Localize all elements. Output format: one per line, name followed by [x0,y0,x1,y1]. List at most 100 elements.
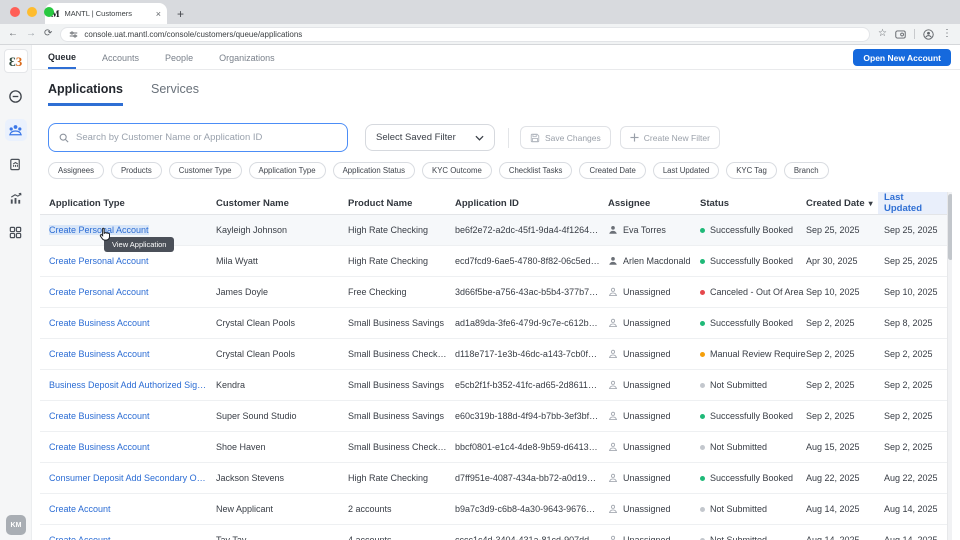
col-product-name[interactable]: Product Name [348,192,455,214]
col-last-updated[interactable]: Last Updated▾ [878,192,952,214]
assignee-cell: Unassigned [608,535,700,540]
application-type-link[interactable]: Create Business Account [49,411,216,421]
col-status[interactable]: Status [700,192,806,214]
person-icon [608,473,618,483]
application-type-link[interactable]: Create Account [49,535,216,540]
table-row[interactable]: Create Business Account Super Sound Stud… [40,401,952,432]
back-icon[interactable]: ← [8,29,18,39]
tab-close-icon[interactable]: × [156,9,161,19]
user-avatar[interactable]: KM [6,515,26,535]
search-input[interactable] [76,132,337,143]
sidebar-item-queue[interactable] [5,85,27,107]
window-close-button[interactable] [10,7,20,17]
application-type-link[interactable]: Business Deposit Add Authorized Signer [49,380,216,390]
col-created-date[interactable]: Created Date ▾ [806,192,884,214]
col-customer-name[interactable]: Customer Name [216,192,348,214]
filter-chip[interactable]: KYC Outcome [422,162,492,179]
application-id-cell: cccc1c4d-3404-431a-81cd-907dd27b7253 [455,535,608,540]
nav-item-queue[interactable]: Queue [48,45,77,69]
filter-chip[interactable]: Last Updated [652,162,720,179]
application-type-link[interactable]: Create Account [49,504,216,514]
application-type-link[interactable]: Create Personal Account [49,256,216,266]
application-type-link[interactable]: Create Personal Account [49,225,216,235]
application-type-link[interactable]: Create Business Account [49,318,216,328]
table-row[interactable]: Create Business Account Crystal Clean Po… [40,308,952,339]
sidebar-item-analytics[interactable] [5,187,27,209]
browser-tab[interactable]: M MANTL | Customers × [45,3,167,24]
table-row[interactable]: Create Business Account Crystal Clean Po… [40,339,952,370]
url-text: console.uat.mantl.com/console/customers/… [84,29,303,39]
search-icon [59,133,69,143]
open-new-account-button[interactable]: Open New Account [853,49,951,66]
nav-item-organizations[interactable]: Organizations [219,46,275,68]
tab-services[interactable]: Services [151,82,199,106]
application-type-link[interactable]: Create Business Account [49,349,216,359]
application-type-link[interactable]: Create Personal Account [49,287,216,297]
status-cell: Manual Review Required [700,349,806,359]
reload-icon[interactable]: ⟳ [44,29,52,39]
table-row[interactable]: Create Account New Applicant 2 accounts … [40,494,952,525]
col-application-type[interactable]: Application Type [49,192,216,214]
status-dot [700,258,705,264]
table-row[interactable]: Create Account Tay Tay 4 accounts cccc1c… [40,525,952,540]
table-row[interactable]: Create Personal Account Mila Wyatt High … [40,246,952,277]
sidebar-item-services[interactable] [5,153,27,175]
table-row[interactable]: Create Personal Account Kayleigh Johnson… [40,215,952,252]
sidebar-item-apps[interactable] [5,221,27,243]
table-scrollbar[interactable] [947,192,952,540]
tab-search-icon[interactable] [895,29,906,39]
filter-chip[interactable]: Assignees [48,162,104,179]
filter-chip[interactable]: KYC Tag [726,162,777,179]
application-type-link[interactable]: Create Business Account [49,442,216,452]
filter-chip[interactable]: Application Status [332,162,415,179]
product-name-cell: 2 accounts [348,504,392,514]
nav-item-people[interactable]: People [165,46,193,68]
bank-logo[interactable]: Ɛ3 [3,49,28,73]
profile-icon[interactable] [923,28,934,40]
scrollbar-thumb[interactable] [948,194,952,260]
window-zoom-button[interactable] [44,7,54,17]
table-row[interactable]: Create Business Account Shoe Haven Small… [40,432,952,463]
table-row[interactable]: Business Deposit Add Authorized Signer K… [40,370,952,401]
window-controls[interactable] [10,7,54,17]
col-application-id[interactable]: Application ID [455,192,608,214]
product-name-cell: High Rate Checking [348,256,429,266]
site-settings-icon[interactable] [69,30,78,39]
save-changes-button[interactable]: Save Changes [520,126,611,149]
person-icon [608,380,618,390]
search-field[interactable] [48,123,348,152]
product-name-cell: Small Business Checking [348,442,450,452]
sort-caret-icon: ▾ [868,198,873,208]
tab-applications[interactable]: Applications [48,82,124,106]
sidebar-item-customers[interactable] [4,119,27,141]
filter-chip[interactable]: Customer Type [168,162,242,179]
services-icon [10,158,20,170]
application-id-cell: 3d66f5be-a756-43ac-b5b4-377b72293bb2 [455,287,608,297]
created-date-cell: Sep 2, 2025 [806,349,855,359]
filter-chip[interactable]: Checklist Tasks [498,162,573,179]
filter-chip[interactable]: Products [110,162,162,179]
filter-chip[interactable]: Branch [783,162,829,179]
created-date-cell: Aug 22, 2025 [806,473,860,483]
created-date-cell: Sep 10, 2025 [806,287,860,297]
saved-filter-dropdown[interactable]: Select Saved Filter [365,124,495,151]
forward-icon[interactable]: → [26,29,36,39]
filter-chip-row: Assignees Products Customer Type Applicatio… [48,162,952,179]
new-tab-button[interactable]: + [177,7,184,21]
filter-chip[interactable]: Created Date [579,162,646,179]
bookmark-star-icon[interactable]: ☆ [878,29,887,39]
window-minimize-button[interactable] [27,7,37,17]
table-row[interactable]: Create Personal Account James Doyle Free… [40,277,952,308]
create-new-filter-button[interactable]: Create New Filter [619,126,720,149]
filter-chip[interactable]: Application Type [248,162,326,179]
application-type-link[interactable]: Consumer Deposit Add Secondary Owner [49,473,216,483]
browser-toolbar: ← → ⟳ console.uat.mantl.com/console/cust… [0,24,960,45]
application-id-cell: d118e717-1e3b-46dc-a143-7cb0f5cc14c6 [455,349,608,359]
kebab-menu-icon[interactable]: ⋮ [942,29,952,39]
nav-item-accounts[interactable]: Accounts [102,46,139,68]
col-assignee[interactable]: Assignee [608,192,700,214]
table-row[interactable]: Consumer Deposit Add Secondary Owner Jac… [40,463,952,494]
address-bar[interactable]: console.uat.mantl.com/console/customers/… [60,26,871,42]
product-name-cell: Small Business Savings [348,411,445,421]
status-cell: Successfully Booked [700,225,806,235]
